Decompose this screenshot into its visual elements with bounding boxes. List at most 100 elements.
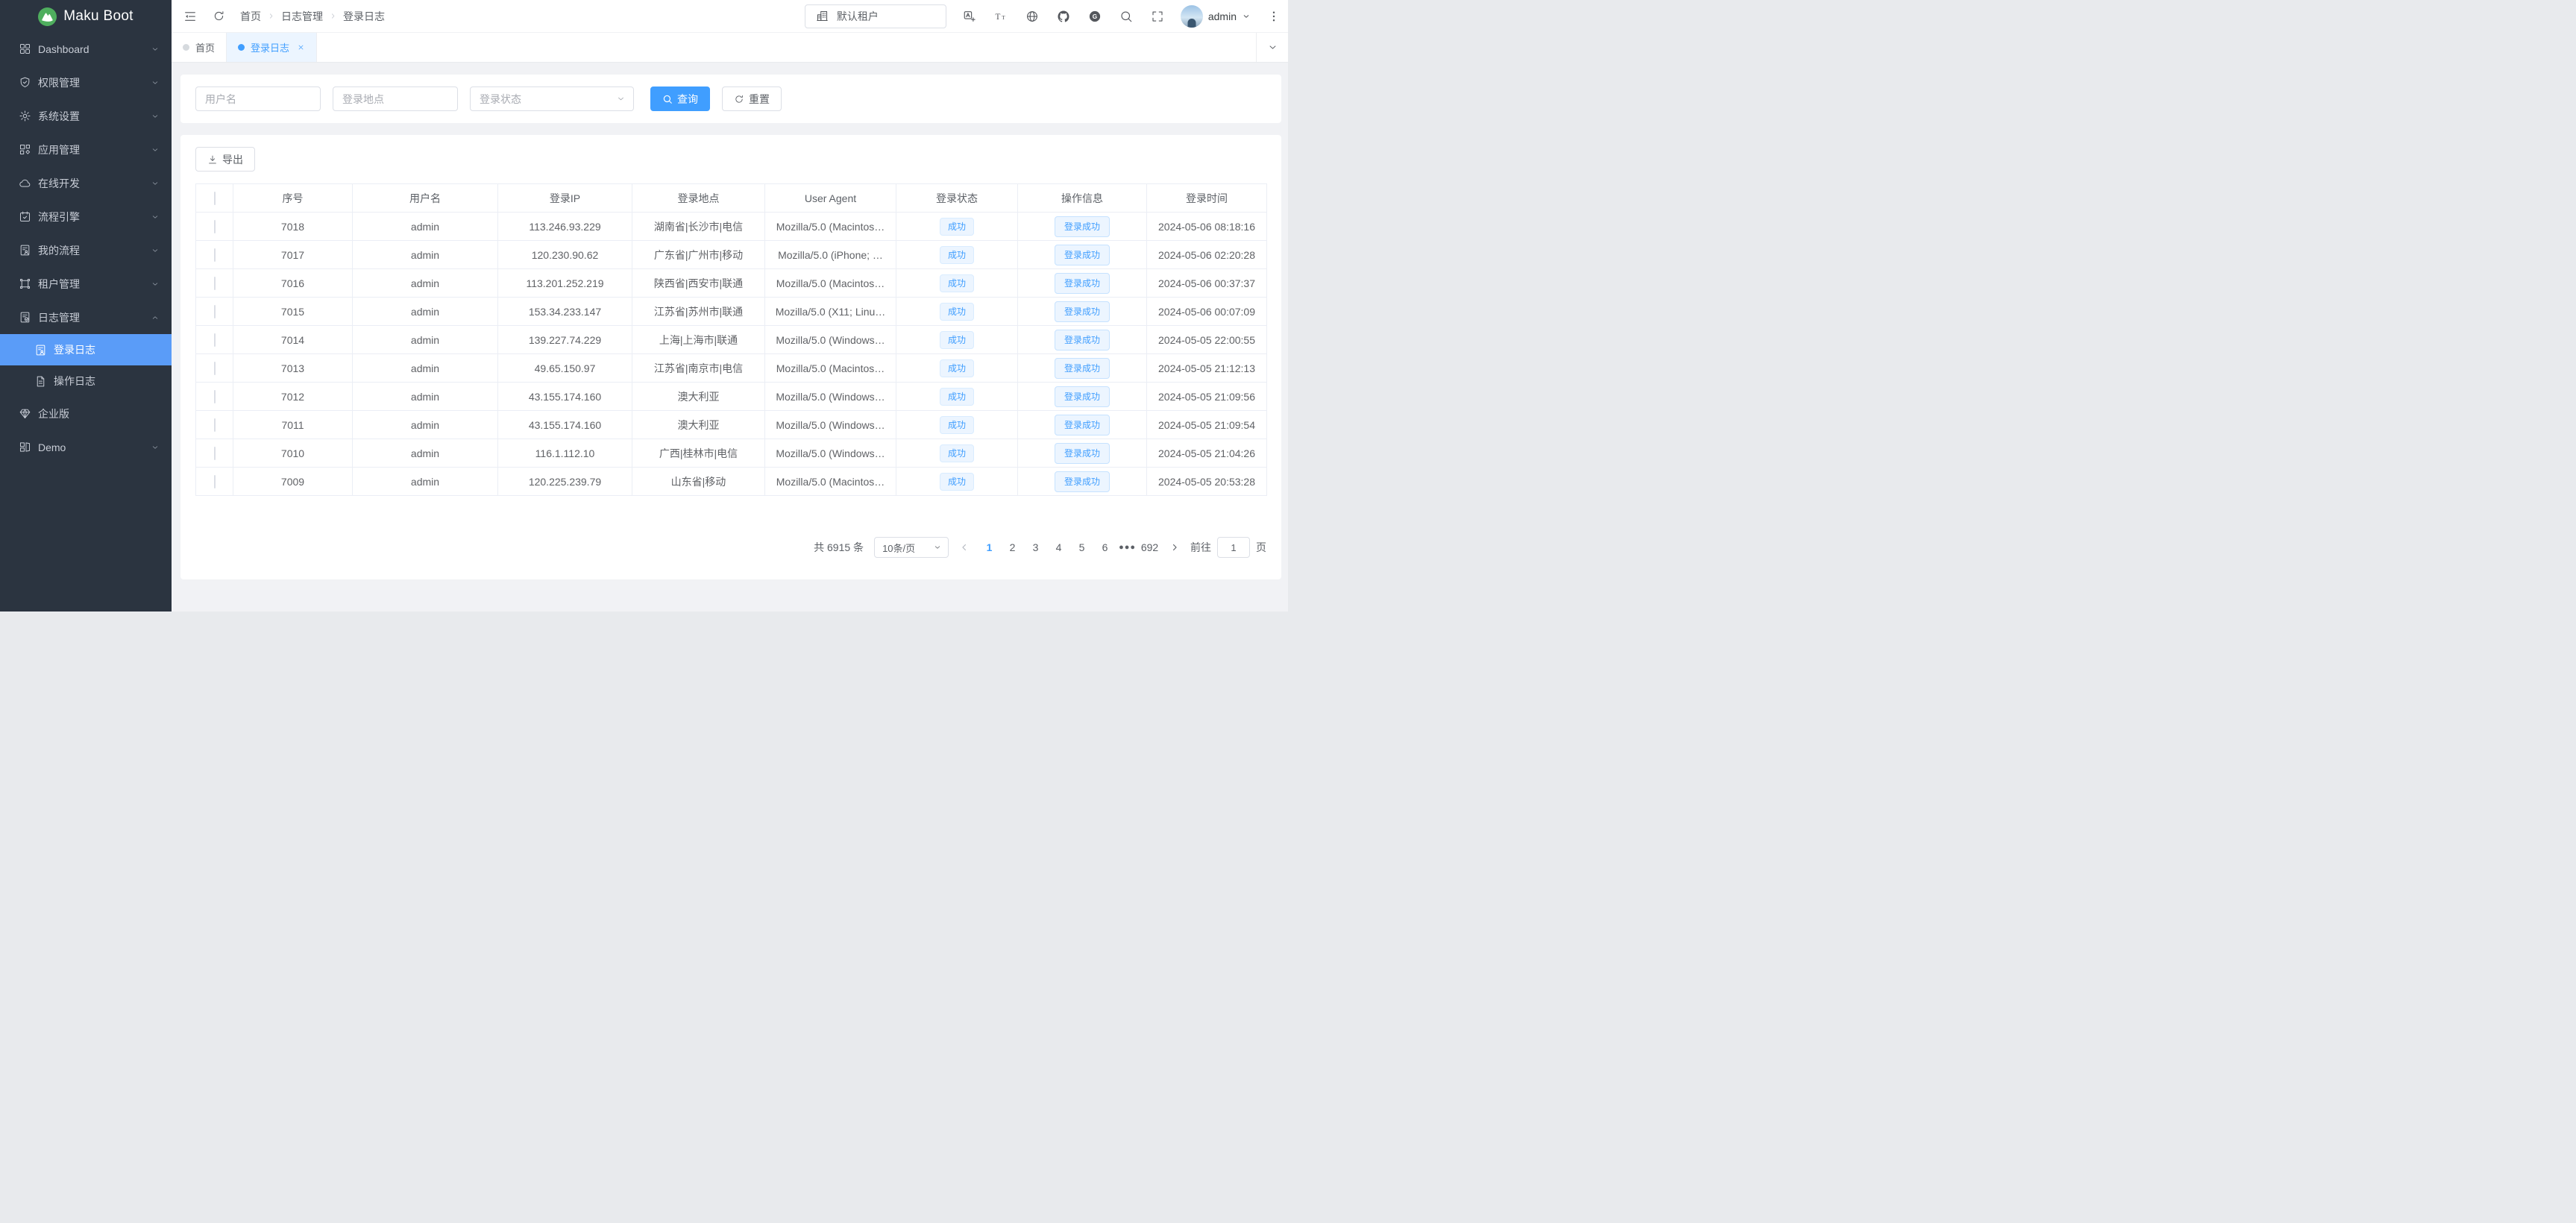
cell-username: admin [353, 354, 498, 383]
cell-login-ip: 120.230.90.62 [498, 241, 632, 269]
sidebar-item-online-dev[interactable]: 在线开发 [0, 166, 172, 200]
cell-user-agent: Mozilla/5.0 (iPhone; … [765, 241, 896, 269]
page-number-last[interactable]: 692 [1140, 541, 1159, 553]
page-number-2[interactable]: 2 [1003, 541, 1022, 553]
cell-username: admin [353, 326, 498, 354]
sidebar-item-my-workflow[interactable]: 我的流程 [0, 233, 172, 267]
page-number-3[interactable]: 3 [1026, 541, 1045, 553]
sidebar-item-log-management[interactable]: 日志管理 [0, 301, 172, 334]
operation-info-button[interactable]: 登录成功 [1055, 415, 1110, 436]
sidebar-item-label: 流程引擎 [38, 210, 151, 224]
sidebar-item-workflow-engine[interactable]: 流程引擎 [0, 200, 172, 233]
operation-info-button[interactable]: 登录成功 [1055, 301, 1110, 322]
page-number-4[interactable]: 4 [1049, 541, 1068, 553]
operation-info-button[interactable]: 登录成功 [1055, 273, 1110, 294]
row-checkbox[interactable] [214, 475, 216, 488]
tenant-value: 默认租户 [837, 9, 879, 24]
chevron-down-icon [151, 213, 160, 221]
tenant-select[interactable]: 默认租户 [805, 4, 946, 28]
operation-info-button[interactable]: 登录成功 [1055, 471, 1110, 492]
font-size-icon[interactable]: TT [993, 8, 1009, 25]
row-checkbox[interactable] [214, 390, 216, 403]
tab-首页[interactable]: 首页 [172, 33, 227, 62]
select-all-checkbox[interactable] [214, 192, 216, 205]
collapse-sidebar-icon[interactable] [182, 8, 198, 25]
page-number-1[interactable]: 1 [980, 541, 999, 553]
row-checkbox[interactable] [214, 447, 216, 460]
login-location-input[interactable] [333, 87, 458, 111]
operation-info-button[interactable]: 登录成功 [1055, 216, 1110, 237]
cell-login-ip: 43.155.174.160 [498, 383, 632, 411]
operation-info-button[interactable]: 登录成功 [1055, 330, 1110, 350]
login-status-select[interactable]: 登录状态 [470, 87, 634, 111]
row-checkbox[interactable] [214, 418, 216, 432]
row-checkbox[interactable] [214, 248, 216, 262]
prev-page-icon[interactable] [959, 542, 970, 553]
sidebar-item-tenant-management[interactable]: 租户管理 [0, 267, 172, 301]
cell-location: 山东省|移动 [632, 468, 765, 496]
next-page-icon[interactable] [1169, 542, 1180, 553]
cell-login-time: 2024-05-06 02:20:28 [1147, 241, 1267, 269]
row-checkbox[interactable] [214, 362, 216, 375]
sidebar-item-label: Dashboard [38, 43, 151, 55]
page-size-select[interactable]: 10条/页 [874, 537, 949, 558]
goto-page-input[interactable] [1217, 537, 1250, 558]
sidebar-item-operation-log[interactable]: 操作日志 [0, 365, 172, 397]
chevron-up-icon [151, 313, 160, 322]
breadcrumb-item[interactable]: 首页 [240, 9, 261, 24]
sidebar-item-demo[interactable]: Demo [0, 430, 172, 464]
query-button[interactable]: 查询 [650, 87, 710, 111]
username-input[interactable] [195, 87, 321, 111]
row-checkbox[interactable] [214, 305, 216, 318]
sidebar-item-permission[interactable]: 权限管理 [0, 66, 172, 99]
operation-info-button[interactable]: 登录成功 [1055, 245, 1110, 265]
breadcrumb-item[interactable]: 日志管理 [281, 9, 323, 24]
operation-info-button[interactable]: 登录成功 [1055, 386, 1110, 407]
export-button[interactable]: 导出 [195, 147, 255, 172]
table-row: 7014admin139.227.74.229上海|上海市|联通Mozilla/… [196, 326, 1267, 354]
sidebar-item-login-log[interactable]: 登录日志 [0, 334, 172, 365]
table-header-cell: 登录IP [498, 184, 632, 213]
cell-login-ip: 139.227.74.229 [498, 326, 632, 354]
row-checkbox[interactable] [214, 333, 216, 347]
table-row: 7015admin153.34.233.147江苏省|苏州市|联通Mozilla… [196, 298, 1267, 326]
cell-user-agent: Mozilla/5.0 (Macintos… [765, 213, 896, 241]
user-name: admin [1208, 10, 1237, 22]
tab-label: 首页 [195, 40, 215, 54]
sidebar-item-label: 在线开发 [38, 176, 151, 191]
cell-id: 7018 [233, 213, 353, 241]
status-badge: 成功 [940, 359, 974, 377]
close-icon[interactable] [297, 43, 305, 51]
table-row: 7013admin49.65.150.97江苏省|南京市|电信Mozilla/5… [196, 354, 1267, 383]
github-icon[interactable] [1055, 8, 1072, 25]
sidebar-item-app-management[interactable]: 应用管理 [0, 133, 172, 166]
more-settings-icon[interactable] [1266, 8, 1282, 25]
sidebar-item-enterprise[interactable]: 企业版 [0, 397, 172, 430]
sidebar-item-system-settings[interactable]: 系统设置 [0, 99, 172, 133]
reset-button[interactable]: 重置 [722, 87, 782, 111]
row-checkbox[interactable] [214, 277, 216, 290]
status-badge: 成功 [940, 218, 974, 236]
table-row: 7016admin113.201.252.219陕西省|西安市|联通Mozill… [196, 269, 1267, 298]
open-tabs: 首页登录日志 [172, 33, 1256, 62]
operation-info-button[interactable]: 登录成功 [1055, 358, 1110, 379]
status-badge: 成功 [940, 331, 974, 349]
globe-icon[interactable] [1024, 8, 1040, 25]
chevron-down-icon [151, 443, 160, 452]
row-checkbox[interactable] [214, 220, 216, 233]
cell-username: admin [353, 241, 498, 269]
sidebar-item-dashboard[interactable]: Dashboard [0, 32, 172, 66]
fullscreen-icon[interactable] [1149, 8, 1166, 25]
page-number-5[interactable]: 5 [1072, 541, 1091, 553]
user-menu[interactable]: admin [1181, 5, 1251, 28]
operation-info-button[interactable]: 登录成功 [1055, 443, 1110, 464]
page-number-6[interactable]: 6 [1096, 541, 1114, 553]
translate-icon[interactable] [961, 8, 978, 25]
gitee-icon[interactable]: G [1087, 8, 1103, 25]
more-pages-icon[interactable]: ●●● [1119, 543, 1136, 552]
tab-登录日志[interactable]: 登录日志 [227, 33, 317, 62]
search-icon[interactable] [1118, 8, 1134, 25]
chevron-down-icon [151, 280, 160, 289]
tabs-dropdown-icon[interactable] [1256, 33, 1288, 62]
refresh-icon[interactable] [210, 8, 227, 25]
